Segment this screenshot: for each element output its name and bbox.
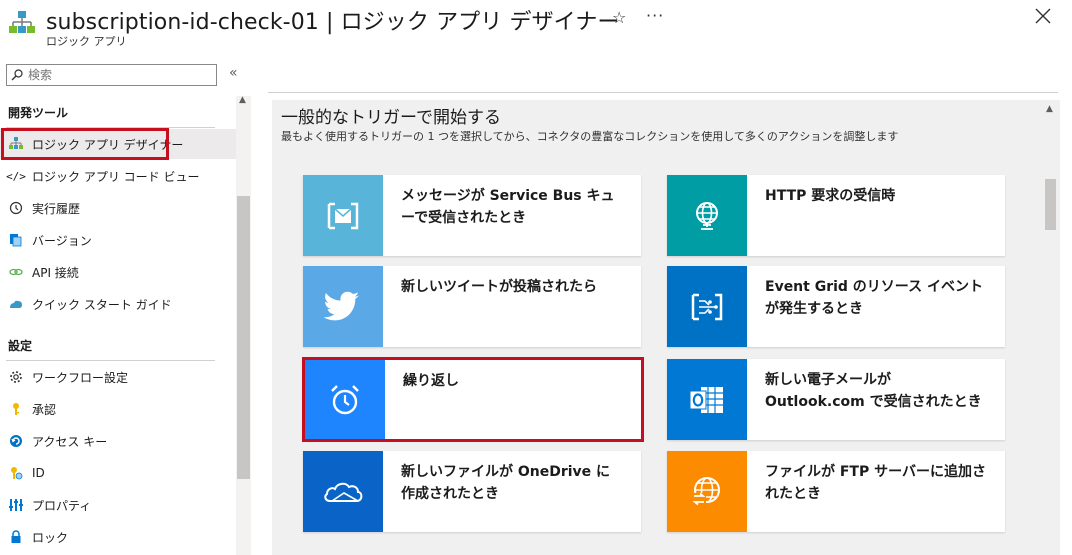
sidebar-item-authorization[interactable]: 承認 (0, 394, 236, 424)
page-header: subscription-id-check-01 | ロジック アプリ デザイナ… (0, 0, 1072, 56)
trigger-card-onedrive[interactable]: 新しいファイルが OneDrive に作成されたとき (303, 451, 641, 532)
sidebar-item-lock[interactable]: ロック (0, 522, 236, 552)
search-icon (11, 69, 23, 81)
search-input[interactable] (28, 68, 208, 82)
close-icon[interactable] (1033, 6, 1053, 26)
twitter-icon (303, 266, 383, 347)
sidebar-item-label: ロック (32, 530, 69, 545)
trigger-card-label: 新しいファイルが OneDrive に作成されたとき (401, 464, 611, 502)
trigger-card-event-grid[interactable]: Event Grid のリソース イベントが発生するとき (667, 266, 1005, 347)
scrollbar-thumb[interactable] (1045, 179, 1056, 230)
trigger-card-recurrence[interactable]: 繰り返し (302, 357, 644, 442)
scrollbar-thumb[interactable] (237, 196, 250, 479)
sidebar-item-api-connections[interactable]: API 接続 (0, 257, 236, 287)
trigger-card-service-bus[interactable]: メッセージが Service Bus キューで受信されたとき (303, 175, 641, 256)
sidebar-item-code-view[interactable]: </> ロジック アプリ コード ビュー (0, 161, 236, 191)
access-key-icon (8, 433, 24, 449)
identity-icon (8, 465, 24, 481)
sidebar-item-access-keys[interactable]: アクセス キー (0, 426, 236, 456)
sidebar-item-label: ロジック アプリ デザイナー (32, 137, 184, 152)
service-bus-icon (303, 175, 383, 256)
trigger-card-label: 新しい電子メールが Outlook.com で受信されたとき (765, 372, 982, 410)
section-divider (6, 127, 215, 128)
section-heading: 一般的なトリガーで開始する (281, 108, 501, 128)
api-connection-icon (8, 264, 24, 280)
content-scrollbar[interactable]: ▲ (1043, 100, 1058, 555)
collapse-sidebar-button[interactable]: « (229, 65, 238, 81)
sidebar-item-run-history[interactable]: 実行履歴 (0, 193, 236, 223)
section-title-settings: 設定 (8, 339, 33, 353)
trigger-card-label: メッセージが Service Bus キューで受信されたとき (401, 188, 615, 226)
page-title: subscription-id-check-01 | ロジック アプリ デザイナ… (46, 10, 620, 35)
quickstart-icon (8, 296, 24, 312)
sidebar-scrollbar[interactable]: ▲ (236, 95, 251, 555)
sidebar-item-label: アクセス キー (32, 434, 108, 449)
search-box[interactable] (6, 64, 217, 86)
sidebar-item-label: ワークフロー設定 (32, 370, 129, 385)
trigger-card-label: HTTP 要求の受信時 (765, 188, 896, 204)
scroll-up-arrow-icon[interactable]: ▲ (1046, 104, 1053, 114)
trigger-card-twitter[interactable]: 新しいツイートが投稿されたら (303, 266, 641, 347)
trigger-card-label: ファイルが FTP サーバーに追加されたとき (765, 464, 986, 502)
sidebar-item-properties[interactable]: プロパティ (0, 490, 236, 520)
section-description: 最もよく使用するトリガーの 1 つを選択してから、コネクタの豊富なコレクションを… (281, 130, 899, 143)
trigger-card-ftp[interactable]: ファイルが FTP サーバーに追加されたとき (667, 451, 1005, 532)
content-divider (268, 92, 1058, 93)
favorite-star-icon[interactable]: ☆ (612, 8, 626, 27)
sidebar: « 開発ツール ロジック アプリ デザイナー </> ロジック アプリ コード … (0, 56, 252, 555)
lock-icon (8, 529, 24, 545)
onedrive-icon (303, 451, 383, 532)
recurrence-clock-icon (305, 360, 385, 439)
outlook-icon (667, 359, 747, 440)
section-divider (6, 360, 215, 361)
http-request-icon (667, 175, 747, 256)
sidebar-item-workflow-settings[interactable]: ワークフロー設定 (0, 362, 236, 392)
trigger-card-http-request[interactable]: HTTP 要求の受信時 (667, 175, 1005, 256)
section-title-dev-tools: 開発ツール (8, 106, 69, 120)
sidebar-item-label: 実行履歴 (32, 201, 81, 216)
scroll-up-arrow-icon[interactable]: ▲ (239, 95, 246, 105)
trigger-card-label: Event Grid のリソース イベントが発生するとき (765, 279, 983, 317)
sidebar-item-label: プロパティ (32, 498, 92, 513)
trigger-card-label: 新しいツイートが投稿されたら (401, 279, 597, 295)
sidebar-item-label: 承認 (32, 402, 57, 417)
ftp-icon (667, 451, 747, 532)
resource-type-label: ロジック アプリ (46, 35, 127, 48)
logic-app-icon (9, 11, 35, 33)
sidebar-item-label: ID (32, 466, 45, 480)
versions-icon (8, 232, 24, 248)
code-view-icon: </> (6, 169, 26, 183)
sidebar-item-label: クイック スタート ガイド (32, 297, 172, 312)
key-icon (8, 401, 24, 417)
event-grid-icon (667, 266, 747, 347)
history-icon (8, 200, 24, 216)
trigger-card-label: 繰り返し (403, 373, 459, 389)
logic-app-designer-icon (8, 136, 24, 152)
more-options-icon[interactable]: ··· (646, 6, 664, 25)
sidebar-item-quickstart[interactable]: クイック スタート ガイド (0, 289, 236, 319)
trigger-gallery-panel: 一般的なトリガーで開始する 最もよく使用するトリガーの 1 つを選択してから、コ… (272, 100, 1060, 555)
sidebar-item-label: API 接続 (32, 265, 79, 280)
sidebar-item-versions[interactable]: バージョン (0, 225, 236, 255)
sidebar-item-logic-app-designer[interactable]: ロジック アプリ デザイナー (0, 129, 236, 159)
sidebar-item-identity[interactable]: ID (0, 458, 236, 488)
properties-icon (8, 497, 24, 513)
sidebar-item-label: ロジック アプリ コード ビュー (32, 169, 200, 184)
sidebar-item-label: バージョン (32, 233, 92, 248)
gear-icon (8, 369, 24, 385)
trigger-card-outlook[interactable]: 新しい電子メールが Outlook.com で受信されたとき (667, 359, 1005, 440)
